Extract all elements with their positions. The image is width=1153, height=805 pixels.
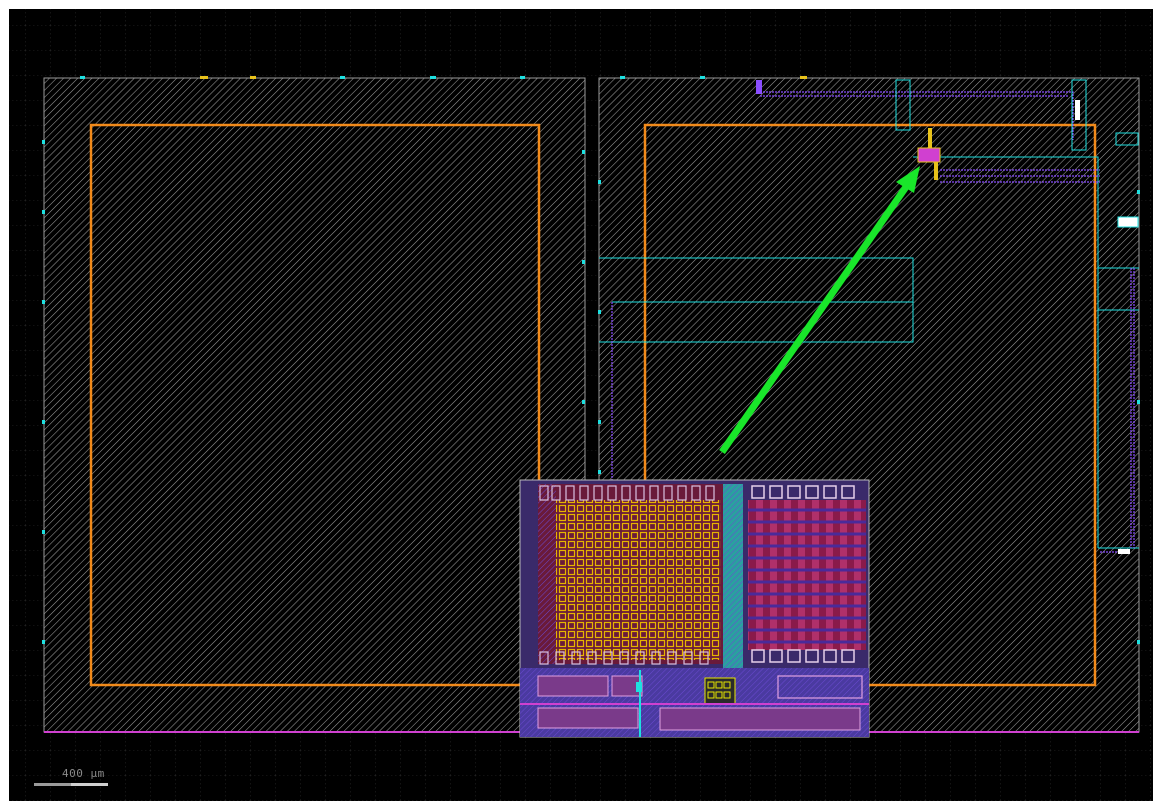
layout-viewer[interactable]: 400 µm: [0, 0, 1153, 801]
capacitor-array-right: [748, 500, 866, 650]
die-left[interactable]: [42, 76, 586, 733]
scale-bar-segment: [34, 783, 71, 786]
zoom-inset[interactable]: [519, 479, 870, 738]
scale-bar-label: 400 µm: [62, 767, 105, 780]
layout-canvas[interactable]: [0, 0, 1153, 801]
